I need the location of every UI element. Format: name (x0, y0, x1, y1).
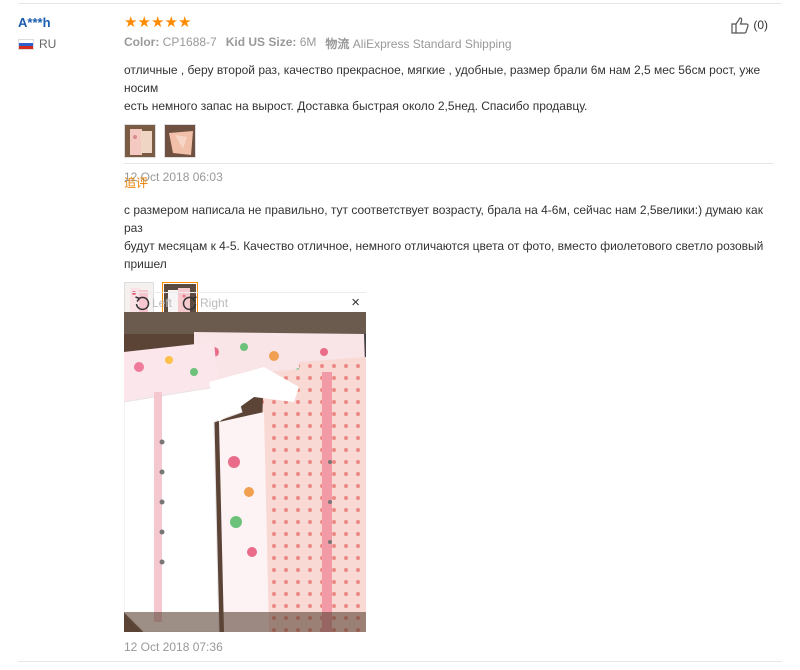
star-icon: ★ (164, 13, 178, 31)
rotate-left-label: Left (152, 295, 173, 310)
russia-flag-icon (18, 38, 34, 50)
review-content: ★ ★ ★ ★ ★ (0) Color: CP1688-7 Kid US Siz… (124, 14, 774, 184)
star-icon: ★ (137, 13, 151, 31)
star-icon: ★ (151, 13, 165, 31)
followup-date: 12 Oct 2018 07:36 (124, 640, 223, 654)
buyer-info: A***h RU (18, 15, 56, 51)
star-icon: ★ (178, 13, 192, 31)
shipping-label: 物流 (325, 37, 350, 51)
review-text-line: есть немного запас на вырост. Доставка б… (124, 99, 588, 113)
review-photo-large (124, 312, 366, 632)
viewer-toolbar: Left Right × (124, 292, 366, 312)
rotate-right-button[interactable]: Right (182, 295, 228, 311)
size-value: 6M (299, 35, 317, 49)
star-rating: ★ ★ ★ ★ ★ (124, 14, 774, 30)
thumbs-up-icon (731, 17, 749, 34)
review-photo-thumb[interactable] (164, 124, 196, 158)
followup-title: 追评 (124, 176, 149, 190)
like-count: (0) (753, 18, 768, 32)
rotate-right-icon (182, 295, 197, 310)
review-photos (124, 124, 774, 158)
size-label: Kid US Size: (225, 35, 297, 49)
color-label: Color: (124, 35, 160, 49)
shipping-value: AliExpress Standard Shipping (352, 37, 512, 51)
followup-text-line: с размером написала не правильно, тут со… (124, 203, 763, 235)
star-icon: ★ (124, 13, 138, 31)
followup-text-line: пришел (124, 257, 167, 271)
review-photo-thumb[interactable] (124, 124, 156, 158)
buyer-name[interactable]: A***h (18, 15, 56, 30)
rotate-left-icon (135, 295, 150, 310)
helpful-button[interactable]: (0) (730, 16, 768, 34)
order-info: Color: CP1688-7 Kid US Size: 6M 物流 AliEx… (124, 35, 774, 52)
buyer-country: RU (18, 37, 56, 51)
followup-text: с размером написала не правильно, тут со… (124, 201, 774, 273)
country-code: RU (39, 37, 57, 51)
close-icon[interactable]: × (351, 294, 360, 311)
bottom-divider (18, 661, 782, 662)
rotate-right-label: Right (200, 295, 229, 310)
color-value: CP1688-7 (162, 35, 217, 49)
followup-divider (124, 163, 774, 164)
review-text-line: отличные , беру второй раз, качество пре… (124, 63, 761, 95)
image-viewer: Left Right × (124, 292, 366, 632)
review-text: отличные , беру второй раз, качество пре… (124, 61, 774, 115)
top-divider (18, 3, 782, 4)
followup-text-line: будут месяцам к 4-5. Качество отличное, … (124, 239, 764, 253)
rotate-left-button[interactable]: Left (134, 295, 172, 311)
